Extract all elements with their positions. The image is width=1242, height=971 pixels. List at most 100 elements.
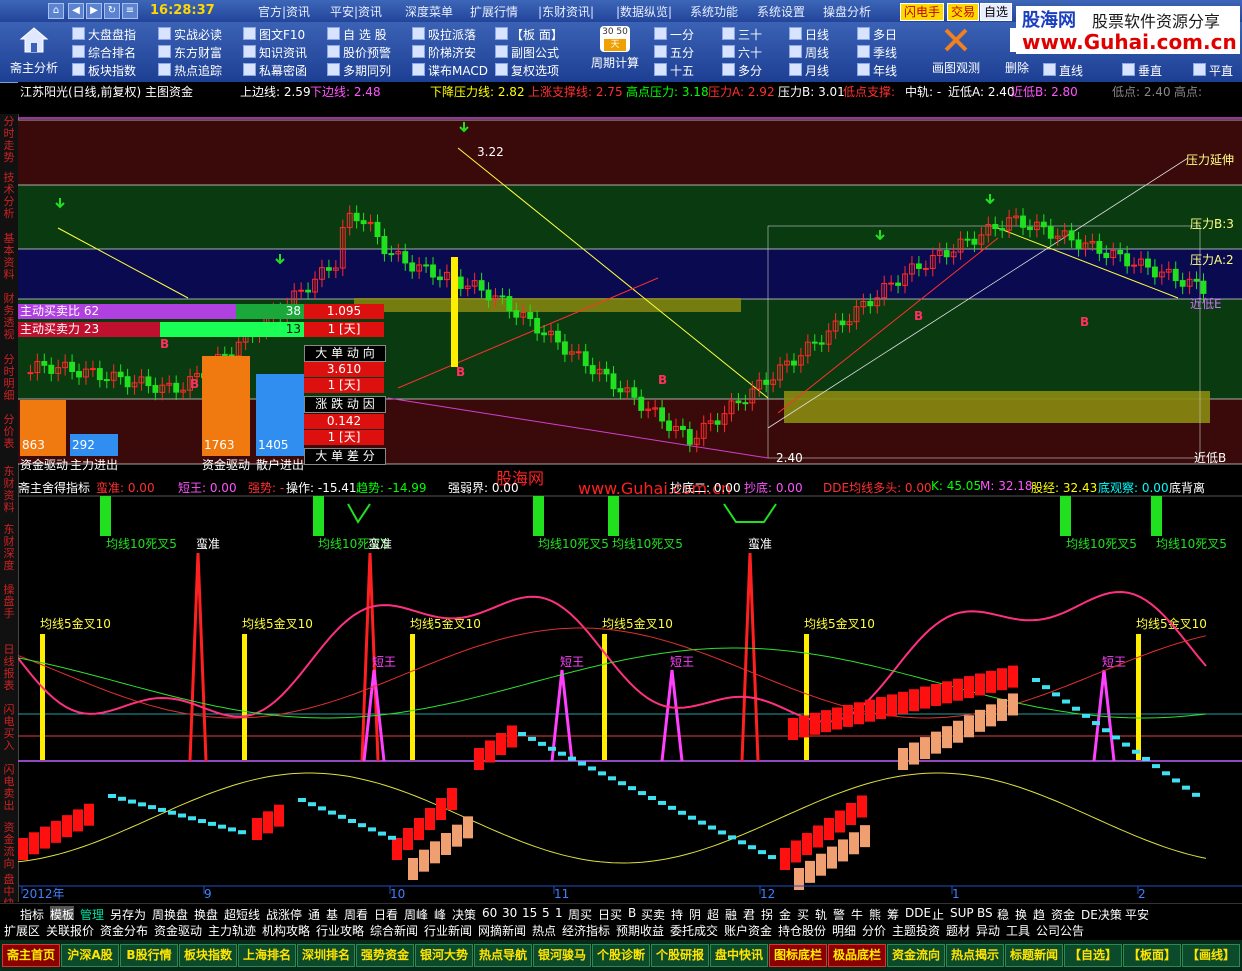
bottom-link-11[interactable]: 经济指标	[562, 922, 610, 938]
bottom-link-13[interactable]: 委托成交	[670, 922, 718, 938]
bottom-link-2[interactable]: 资金分布	[100, 922, 148, 938]
bottom-link-20[interactable]: 异动	[976, 922, 1000, 938]
toolbar-item-7-1[interactable]: 六十	[722, 44, 762, 61]
back-icon[interactable]: ◀	[68, 3, 84, 19]
bottom-tab-37[interactable]: DDE	[905, 906, 931, 920]
bottom-tab-16[interactable]: 30	[502, 906, 517, 920]
bottom-link-1[interactable]: 关联报价	[46, 922, 94, 938]
toolbar-item-3-2[interactable]: 多期同列	[327, 62, 391, 79]
bottom-nav-button-3[interactable]: 板块指数	[179, 944, 237, 967]
bottom-nav-button-4[interactable]: 上海排名	[238, 944, 296, 967]
bottom-nav-button-12[interactable]: 盘中快讯	[710, 944, 768, 967]
bottom-tab-40[interactable]: BS	[977, 906, 993, 920]
bottom-link-16[interactable]: 明细	[832, 922, 856, 938]
left-tab-6[interactable]: 东财资料	[1, 466, 17, 514]
menu-icon[interactable]: ≡	[122, 3, 138, 19]
menu-item-6[interactable]: 系统功能	[690, 3, 738, 20]
toolbar-item-0-1[interactable]: 综合排名	[72, 44, 136, 61]
draw-observe-button[interactable]: 画图观测	[926, 26, 986, 76]
chart-canvas[interactable]: BBBBB B3.222.40压力延伸压力B:3压力A:2近低E近低B均线10死叉…	[18, 98, 1242, 903]
bottom-nav-button-11[interactable]: 个股研报	[651, 944, 709, 967]
bottom-nav-button-1[interactable]: 沪深A股	[61, 944, 119, 967]
bottom-link-4[interactable]: 主力轨迹	[208, 922, 256, 938]
toolbar-item-2-2[interactable]: 私幕密函	[243, 62, 307, 79]
bottom-tab-17[interactable]: 15	[522, 906, 537, 920]
bottom-link-19[interactable]: 题材	[946, 922, 970, 938]
toolbar-item-12-2[interactable]: 平直	[1193, 62, 1233, 79]
home-icon[interactable]: ⌂	[48, 3, 64, 19]
toolbar-item-4-0[interactable]: 吸拉派落	[412, 26, 476, 43]
bottom-nav-button-2[interactable]: B股行情	[120, 944, 178, 967]
bottom-link-0[interactable]: 扩展区	[4, 922, 40, 938]
bottom-nav-button-18[interactable]: 【自选】	[1064, 944, 1122, 967]
toolbar-item-6-0[interactable]: 一分	[654, 26, 694, 43]
left-tab-2[interactable]: 基本资料	[1, 233, 17, 281]
toolbar-item-5-1[interactable]: 副图公式	[495, 44, 559, 61]
left-tab-11[interactable]: 闪电卖出	[1, 764, 17, 812]
toolbar-item-4-1[interactable]: 阶梯济安	[412, 44, 476, 61]
toolbar-item-0-2[interactable]: 板块指数	[72, 62, 136, 79]
left-tab-1[interactable]: 技术分析	[1, 172, 17, 220]
bottom-nav-button-7[interactable]: 银河大势	[415, 944, 473, 967]
bottom-link-15[interactable]: 持仓股份	[778, 922, 826, 938]
bottom-link-12[interactable]: 预期收益	[616, 922, 664, 938]
bottom-link-21[interactable]: 工具	[1006, 922, 1030, 938]
toolbar-item-9-0[interactable]: 多日	[857, 26, 897, 43]
bottom-link-3[interactable]: 资金驱动	[154, 922, 202, 938]
bottom-link-6[interactable]: 行业攻略	[316, 922, 364, 938]
left-tab-10[interactable]: 闪电买入	[1, 704, 17, 752]
bottom-tab-19[interactable]: 1	[555, 906, 563, 920]
toolbar-item-8-1[interactable]: 周线	[789, 44, 829, 61]
bottom-nav-button-8[interactable]: 热点导航	[474, 944, 532, 967]
cycle-calc-button[interactable]: 30 50 天 周期计算	[585, 26, 645, 71]
bottom-nav-button-10[interactable]: 个股诊断	[592, 944, 650, 967]
left-tab-4[interactable]: 分时明细	[1, 354, 17, 402]
toolbar-item-9-2[interactable]: 年线	[857, 62, 897, 79]
toolbar-item-2-1[interactable]: 知识资讯	[243, 44, 307, 61]
hot-trade[interactable]: 交易	[947, 3, 980, 21]
toolbar-item-8-0[interactable]: 日线	[789, 26, 829, 43]
left-tab-12[interactable]: 资金流向	[1, 822, 17, 870]
menu-item-7[interactable]: 系统设置	[757, 3, 805, 20]
toolbar-item-1-1[interactable]: 东方财富	[158, 44, 222, 61]
bottom-nav-button-19[interactable]: 【板面】	[1123, 944, 1181, 967]
toolbar-item-4-2[interactable]: 谍布MACD	[412, 62, 488, 79]
left-tab-9[interactable]: 日线报表	[1, 644, 17, 692]
bottom-nav-button-14[interactable]: 极品底栏	[828, 944, 886, 967]
bottom-nav-button-20[interactable]: 【画线】	[1182, 944, 1240, 967]
menu-item-5[interactable]: |数据纵览|	[616, 3, 672, 20]
bottom-tab-15[interactable]: 60	[482, 906, 497, 920]
bottom-nav-button-13[interactable]: 图标底栏	[769, 944, 827, 967]
toolbar-item-1-2[interactable]: 热点追踪	[158, 62, 222, 79]
left-tab-3[interactable]: 财务透视	[1, 293, 17, 341]
bottom-nav-button-17[interactable]: 标题新闻	[1005, 944, 1063, 967]
menu-item-8[interactable]: 操盘分析	[823, 3, 871, 20]
bottom-nav-button-16[interactable]: 热点揭示	[946, 944, 1004, 967]
bottom-link-7[interactable]: 综合新闻	[370, 922, 418, 938]
toolbar-item-1-0[interactable]: 实战必读	[158, 26, 222, 43]
menu-item-4[interactable]: |东财资讯|	[538, 3, 594, 20]
toolbar-item-3-1[interactable]: 股价预警	[327, 44, 391, 61]
refresh-icon[interactable]: ↻	[104, 3, 120, 19]
toolbar-item-7-0[interactable]: 三十	[722, 26, 762, 43]
zhaizhu-analysis-button[interactable]: 斋主分析	[4, 26, 64, 76]
toolbar-item-0-0[interactable]: 大盘盘指	[72, 26, 136, 43]
bottom-tab-22[interactable]: B	[628, 906, 636, 920]
bottom-nav-button-6[interactable]: 强势资金	[356, 944, 414, 967]
toolbar-item-11-2[interactable]: 垂直	[1122, 62, 1162, 79]
toolbar-item-7-2[interactable]: 多分	[722, 62, 762, 79]
bottom-tab-39[interactable]: SUP	[950, 906, 974, 920]
bottom-link-8[interactable]: 行业新闻	[424, 922, 472, 938]
bottom-nav-button-0[interactable]: 斋主首页	[2, 944, 60, 967]
forward-icon[interactable]: ▶	[86, 3, 102, 19]
toolbar-item-6-2[interactable]: 十五	[654, 62, 694, 79]
left-tab-7[interactable]: 东财深度	[1, 524, 17, 572]
menu-item-3[interactable]: 扩展行情	[470, 3, 518, 20]
bottom-tab-18[interactable]: 5	[542, 906, 550, 920]
bottom-link-10[interactable]: 热点	[532, 922, 556, 938]
left-tab-0[interactable]: 分时走势	[1, 116, 17, 164]
bottom-link-17[interactable]: 分价	[862, 922, 886, 938]
bottom-link-18[interactable]: 主题投资	[892, 922, 940, 938]
hot-fav[interactable]: 自选	[980, 3, 1013, 21]
bottom-link-5[interactable]: 机构攻略	[262, 922, 310, 938]
